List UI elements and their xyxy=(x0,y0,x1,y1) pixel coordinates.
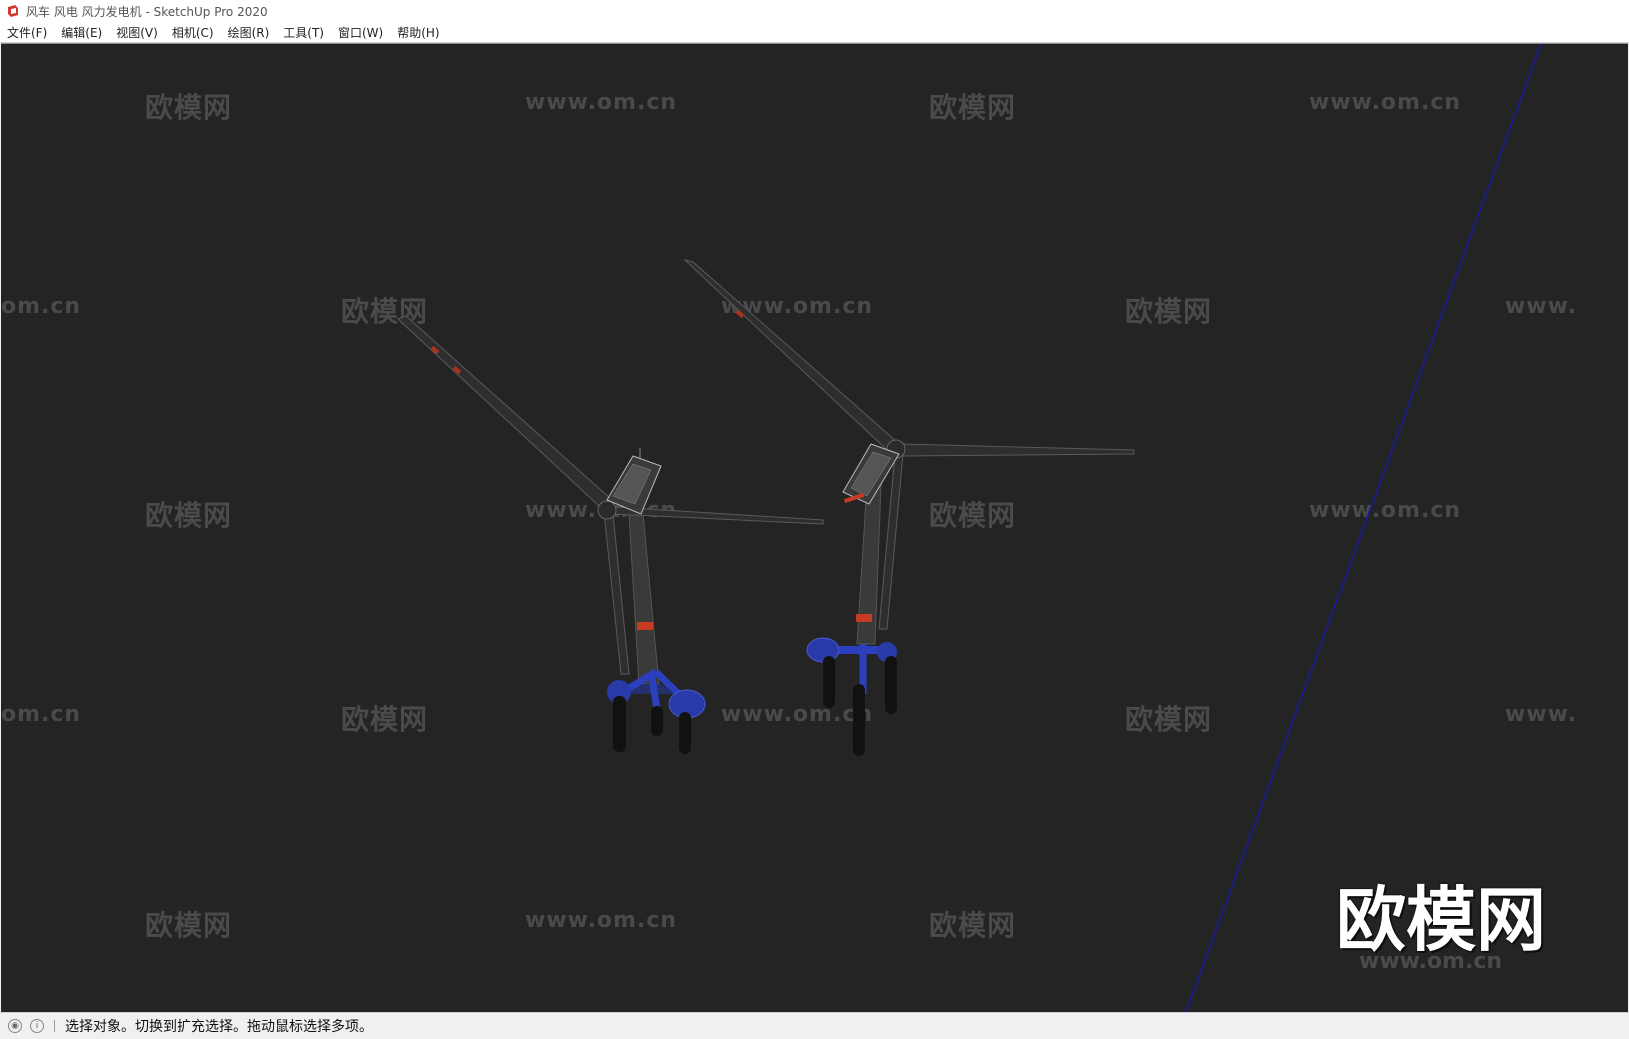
status-separator xyxy=(54,1020,55,1032)
menu-edit[interactable]: 编辑(E) xyxy=(54,24,109,41)
menu-draw[interactable]: 绘图(R) xyxy=(221,24,277,41)
status-message: 选择对象。切换到扩充选择。拖动鼠标选择多项。 xyxy=(65,1019,373,1035)
menu-camera[interactable]: 相机(C) xyxy=(165,24,221,41)
geolocation-icon[interactable]: ◉ xyxy=(8,1019,22,1033)
info-icon[interactable]: i xyxy=(30,1019,44,1033)
window-title: 风车 风电 风力发电机 - SketchUp Pro 2020 xyxy=(26,4,268,19)
wind-turbine-right[interactable] xyxy=(683,259,1135,756)
menu-file[interactable]: 文件(F) xyxy=(0,24,54,41)
model-viewport[interactable]: 欧模网 www.om.cn 欧模网 www.om.cn om.cn 欧模网 ww… xyxy=(1,43,1628,1012)
sketchup-icon xyxy=(8,5,18,17)
menu-tools[interactable]: 工具(T) xyxy=(276,24,331,41)
menu-help[interactable]: 帮助(H) xyxy=(390,24,446,41)
title-bar: 风车 风电 风力发电机 - SketchUp Pro 2020 xyxy=(0,0,1629,22)
wind-turbine-left[interactable] xyxy=(397,315,824,754)
menu-window[interactable]: 窗口(W) xyxy=(331,24,390,41)
watermark-url: www.om.cn xyxy=(1359,949,1503,974)
status-bar: ◉ i 选择对象。切换到扩充选择。拖动鼠标选择多项。 xyxy=(0,1012,1629,1039)
menu-bar: 文件(F) 编辑(E) 视图(V) 相机(C) 绘图(R) 工具(T) 窗口(W… xyxy=(0,22,1629,43)
menu-view[interactable]: 视图(V) xyxy=(109,24,165,41)
